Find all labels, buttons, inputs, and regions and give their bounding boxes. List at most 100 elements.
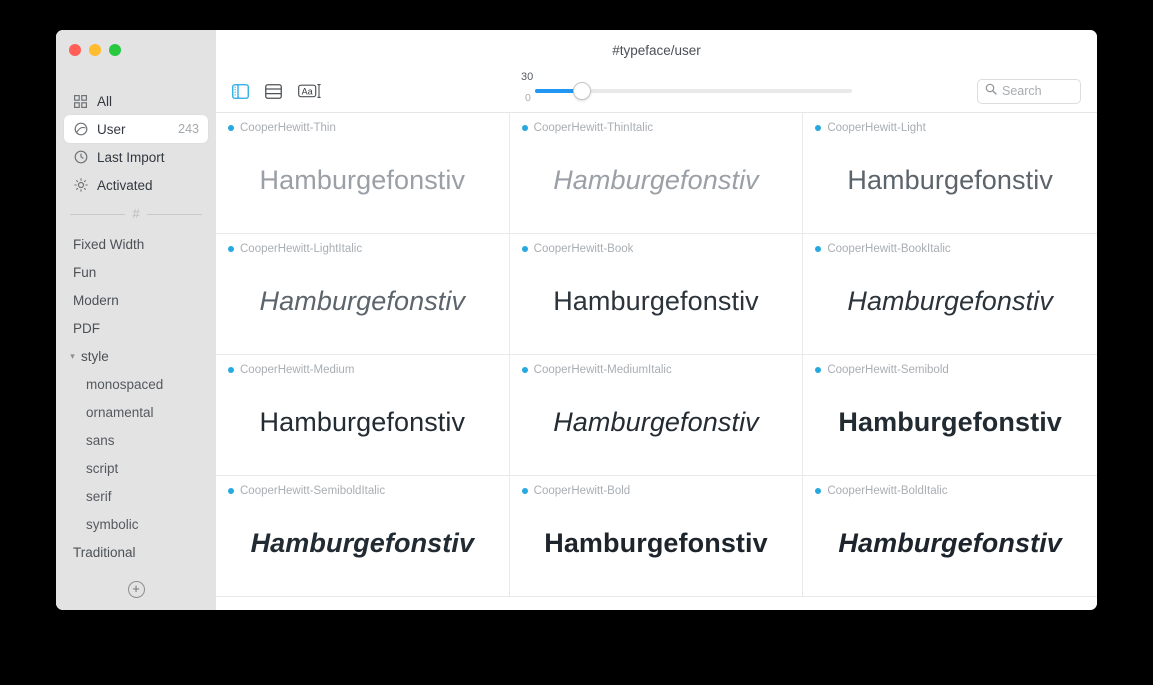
grid-icon — [73, 94, 88, 109]
sidebar-item-user[interactable]: User 243 — [64, 115, 208, 143]
sidebar-tag-script[interactable]: script — [64, 454, 208, 482]
text-sample-icon[interactable]: Aa — [298, 83, 322, 99]
sidebar-tag-monospaced[interactable]: monospaced — [64, 370, 208, 398]
font-name-label: CooperHewitt-BoldItalic — [827, 485, 948, 497]
font-sample-text: Hamburgefonstiv — [259, 286, 466, 316]
search-icon — [985, 82, 997, 100]
slider-value-label: 30 — [521, 71, 534, 83]
sidebar-tag-label: symbolic — [86, 516, 139, 532]
slider-min-label: 0 — [525, 92, 531, 104]
sidebar-tag-traditional[interactable]: Traditional — [64, 538, 208, 566]
chevron-down-icon[interactable]: ▾ — [67, 351, 78, 361]
font-card-header: CooperHewitt-Light — [815, 122, 1085, 134]
sidebar-item-activated[interactable]: Activated — [64, 171, 208, 199]
list-view-icon[interactable] — [265, 83, 282, 99]
search-input[interactable]: Search — [977, 78, 1081, 104]
font-card[interactable]: CooperHewitt-Book Hamburgefonstiv — [509, 234, 804, 355]
font-card[interactable]: CooperHewitt-MediumItalic Hamburgefonstiv — [509, 355, 804, 476]
sidebar-item-all[interactable]: All — [64, 87, 208, 115]
add-tag-button[interactable]: + — [127, 581, 145, 598]
font-card-header: CooperHewitt-BookItalic — [815, 243, 1085, 255]
font-grid: CooperHewitt-Thin Hamburgefonstiv CooperHe… — [216, 112, 1097, 610]
font-sample-text: Hamburgefonstiv — [553, 407, 759, 437]
font-name-label: CooperHewitt-Thin — [240, 122, 336, 134]
hash-icon: # — [132, 206, 140, 221]
sidebar-tag-serif[interactable]: serif — [64, 482, 208, 510]
divider-rule-right — [146, 214, 203, 215]
font-name-label: CooperHewitt-Light — [827, 122, 926, 134]
status-dot — [815, 125, 822, 131]
window-controls — [56, 30, 216, 70]
size-slider-wrap: 30 0 — [322, 70, 977, 112]
sidebar-item-count: 243 — [178, 122, 199, 136]
size-slider[interactable]: 30 0 — [507, 70, 852, 112]
font-sample-text: Hamburgefonstiv — [544, 528, 768, 558]
status-dot — [521, 488, 528, 494]
zoom-button[interactable] — [109, 44, 121, 56]
font-name-label: CooperHewitt-Bold — [533, 485, 631, 497]
sidebar-tag-label: script — [86, 460, 119, 476]
sidebar-tag-label: sans — [86, 432, 115, 448]
font-sample-text: Hamburgefonstiv — [259, 407, 466, 437]
font-name-label: CooperHewitt-MediumItalic — [533, 364, 672, 376]
minimize-button[interactable] — [89, 44, 101, 56]
sidebar-tag-label: serif — [86, 488, 112, 504]
font-name-label: CooperHewitt-Medium — [240, 364, 355, 376]
font-card-header: CooperHewitt-SemiboldItalic — [228, 485, 497, 497]
status-dot — [815, 367, 822, 373]
font-card[interactable]: CooperHewitt-ThinItalic Hamburgefonstiv — [509, 113, 804, 234]
search-placeholder: Search — [1002, 84, 1042, 98]
sidebar-tag-style[interactable]: ▾ style — [64, 342, 208, 370]
font-card[interactable]: CooperHewitt-Thin Hamburgefonstiv — [216, 113, 510, 234]
sidebar-tag-label: Fixed Width — [73, 236, 145, 252]
status-dot — [228, 125, 234, 131]
window-title: #typeface/user — [612, 42, 701, 58]
sidebar-tag-fun[interactable]: Fun — [64, 258, 208, 286]
font-card-header: CooperHewitt-Bold — [521, 485, 791, 497]
sidebar-tag-ornamental[interactable]: ornamental — [64, 398, 208, 426]
close-button[interactable] — [69, 44, 81, 56]
font-card-header: CooperHewitt-LightItalic — [228, 243, 497, 255]
font-name-label: CooperHewitt-BookItalic — [827, 243, 951, 255]
font-sample-text: Hamburgefonstiv — [847, 165, 1053, 195]
sidebar-tag-label: PDF — [73, 320, 100, 336]
font-sample-text: Hamburgefonstiv — [847, 286, 1053, 316]
sidebar-item-label: Last Import — [97, 149, 165, 165]
font-card[interactable]: CooperHewitt-SemiboldItalic Hamburgefonst… — [216, 476, 510, 597]
font-card-header: CooperHewitt-Semibold — [815, 364, 1085, 376]
font-card[interactable]: CooperHewitt-BookItalic Hamburgefonstiv — [803, 234, 1097, 355]
divider-rule-left — [70, 214, 126, 215]
sidebar: All User 243 Last Import Activated # Fixed W… — [56, 30, 216, 610]
font-sample-text: Hamburgefonstiv — [838, 528, 1062, 558]
sidebar-toggle-icon[interactable] — [232, 83, 249, 99]
sidebar-tag-label: Traditional — [73, 544, 136, 560]
status-dot — [228, 367, 234, 373]
font-card[interactable]: CooperHewitt-Light Hamburgefonstiv — [803, 113, 1097, 234]
main-area: #typeface/user Aa 30 0 Search CooperHewi… — [216, 30, 1097, 610]
status-dot — [815, 488, 822, 494]
sidebar-tag-label: style — [81, 348, 109, 364]
sidebar-tag-pdf[interactable]: PDF — [64, 314, 208, 342]
sidebar-tag-modern[interactable]: Modern — [64, 286, 208, 314]
clock-icon — [73, 150, 88, 165]
sidebar-nav: All User 243 Last Import Activated — [56, 70, 216, 199]
font-card[interactable]: CooperHewitt-LightItalic Hamburgefonstiv — [216, 234, 510, 355]
font-sample-text: Hamburgefonstiv — [838, 407, 1062, 437]
sidebar-tag-fixed-width[interactable]: Fixed Width — [64, 230, 208, 258]
sidebar-tag-label: Modern — [73, 292, 119, 308]
sidebar-tag-sans[interactable]: sans — [64, 426, 208, 454]
font-name-label: CooperHewitt-ThinItalic — [533, 122, 654, 134]
user-icon — [73, 122, 88, 137]
sidebar-tag-symbolic[interactable]: symbolic — [64, 510, 208, 538]
font-card[interactable]: CooperHewitt-Medium Hamburgefonstiv — [216, 355, 510, 476]
slider-knob[interactable] — [573, 82, 591, 100]
font-sample-text: Hamburgefonstiv — [553, 165, 759, 195]
font-card[interactable]: CooperHewitt-BoldItalic Hamburgefonstiv — [803, 476, 1097, 597]
sidebar-item-last-import[interactable]: Last Import — [64, 143, 208, 171]
font-card-header: CooperHewitt-Book — [521, 243, 791, 255]
font-card-header: CooperHewitt-MediumItalic — [521, 364, 791, 376]
view-mode-group: Aa — [232, 83, 322, 99]
font-card-header: CooperHewitt-Thin — [228, 122, 497, 134]
font-card[interactable]: CooperHewitt-Bold Hamburgefonstiv — [509, 476, 804, 597]
font-card[interactable]: CooperHewitt-Semibold Hamburgefonstiv — [803, 355, 1097, 476]
